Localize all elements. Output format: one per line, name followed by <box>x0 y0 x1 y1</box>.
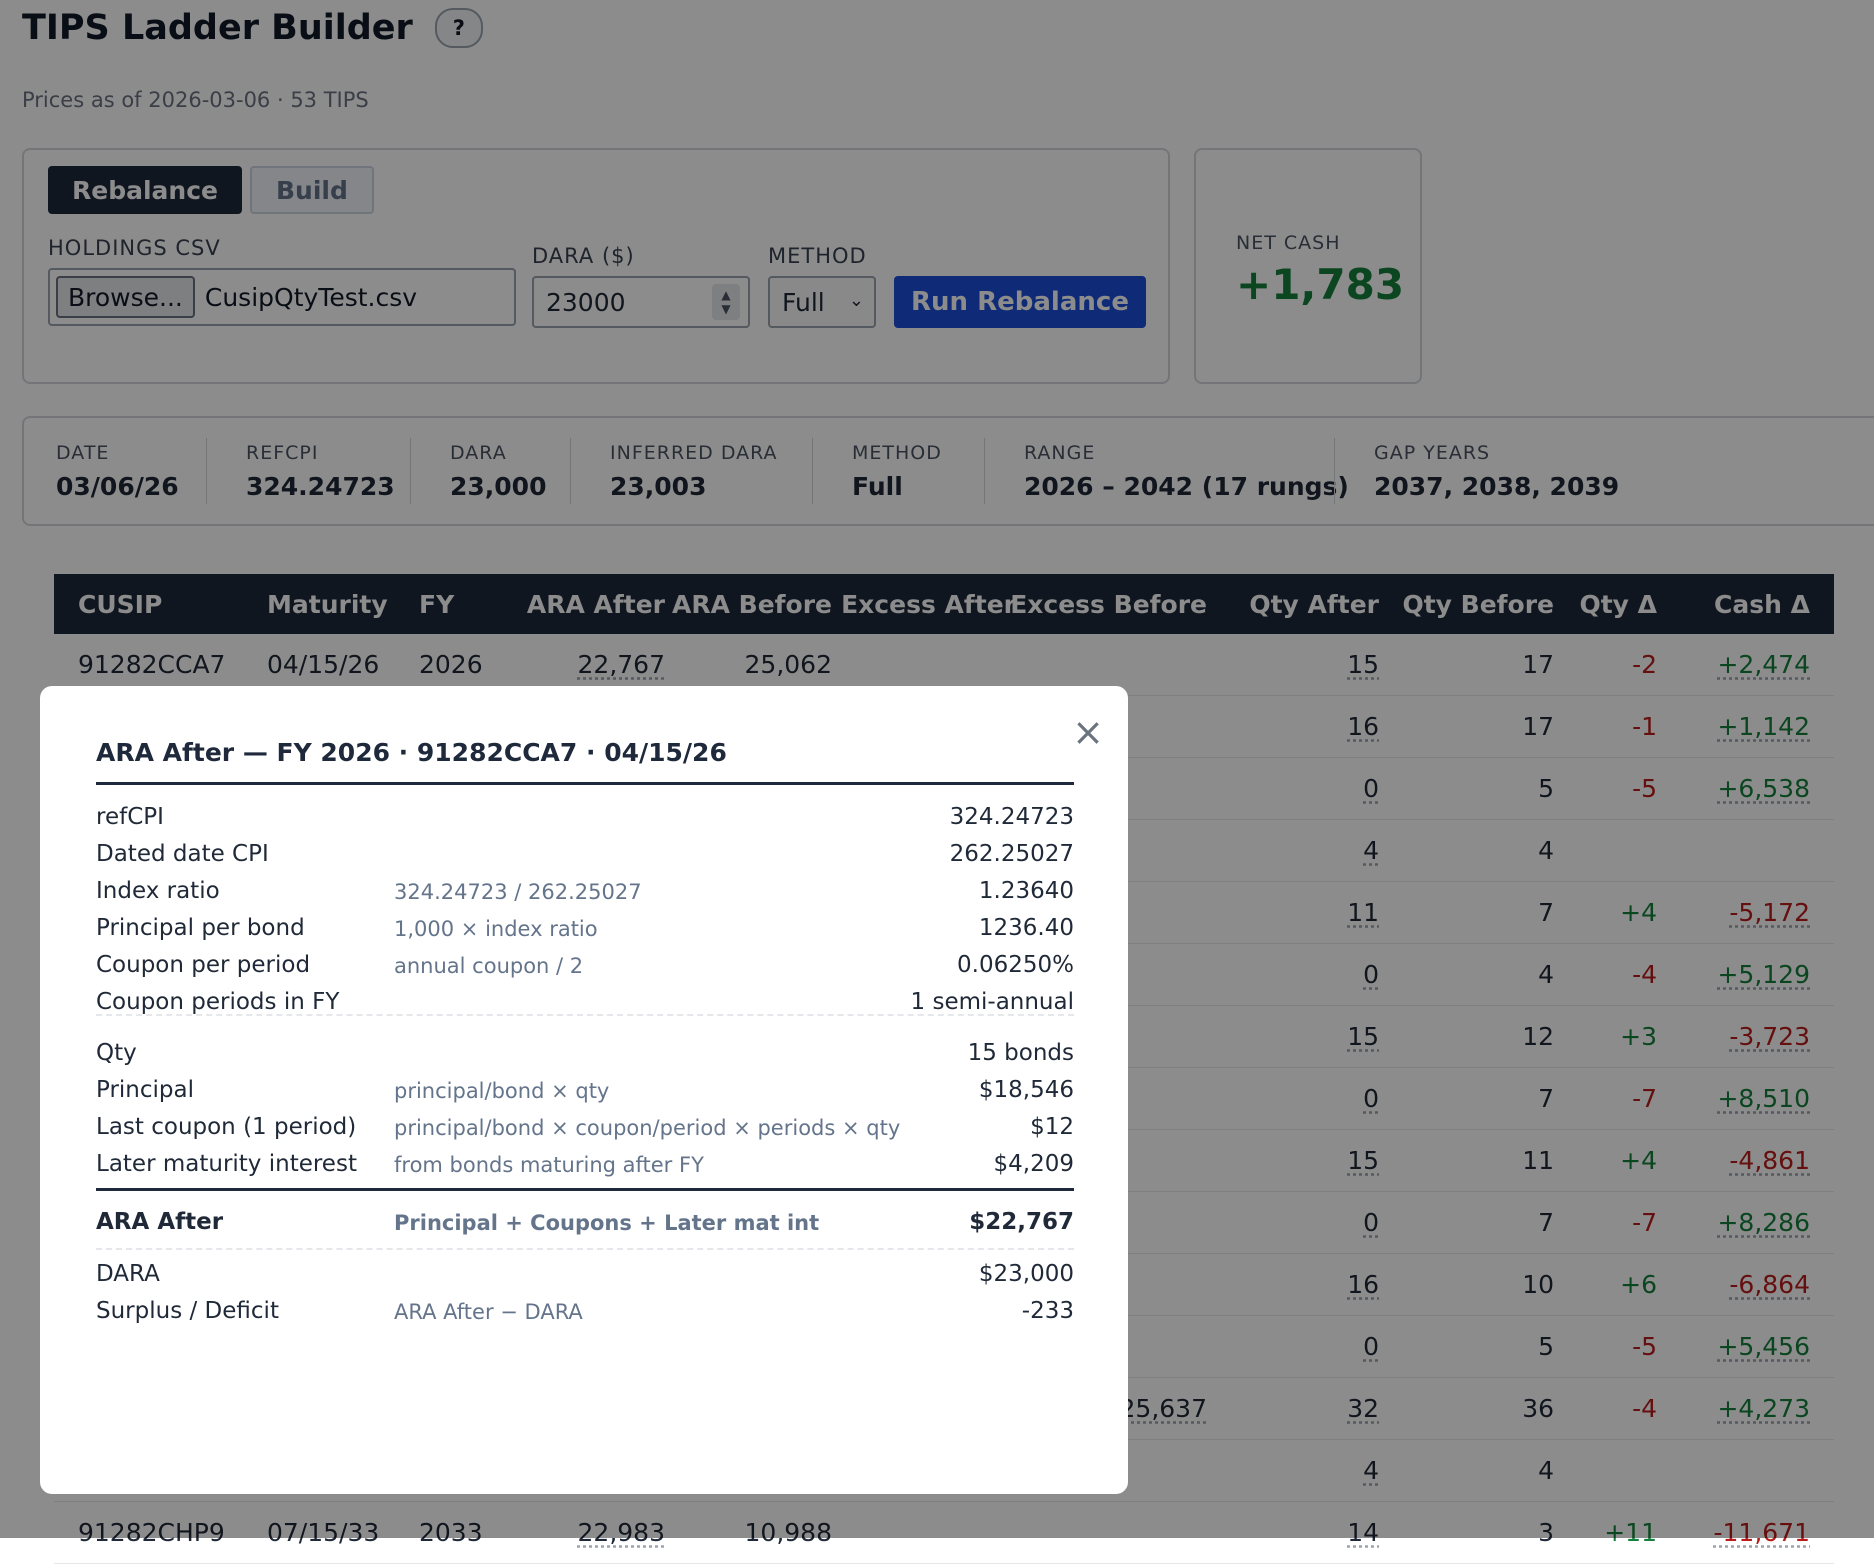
modal-row: Coupon per period annual coupon / 2 0.0625… <box>96 946 1074 986</box>
modal-row-value: 262.25027 <box>949 841 1074 867</box>
modal-row-label: DARA <box>96 1261 160 1287</box>
modal-row-value: $4,209 <box>993 1151 1074 1177</box>
modal-row-formula: principal/bond × qty <box>394 1079 610 1103</box>
ara-breakdown-modal: × ARA After — FY 2026 · 91282CCA7 · 04/1… <box>40 686 1128 1494</box>
modal-row: Later maturity interest from bonds maturi… <box>96 1145 1074 1185</box>
modal-title: ARA After — FY 2026 · 91282CCA7 · 04/15/… <box>96 738 727 767</box>
modal-row-label: Qty <box>96 1040 137 1066</box>
modal-row: Surplus / Deficit ARA After − DARA -233 <box>96 1292 1074 1332</box>
modal-row-formula: annual coupon / 2 <box>394 954 584 978</box>
modal-row: Principal per bond 1,000 × index ratio 123… <box>96 909 1074 949</box>
modal-row-label: Index ratio <box>96 878 220 904</box>
modal-row-value: $22,767 <box>969 1209 1074 1235</box>
modal-row-formula: principal/bond × coupon/period × periods… <box>394 1116 901 1140</box>
modal-row: DARA $23,000 <box>96 1255 1074 1295</box>
modal-row-value: 1 semi-annual <box>910 989 1074 1015</box>
modal-row-label: Coupon periods in FY <box>96 989 340 1015</box>
modal-row-label: Last coupon (1 period) <box>96 1114 357 1140</box>
modal-divider <box>96 1188 1074 1191</box>
modal-row-formula: 1,000 × index ratio <box>394 917 598 941</box>
modal-title-rule <box>96 782 1074 785</box>
modal-row-label: Later maturity interest <box>96 1151 357 1177</box>
modal-row: Last coupon (1 period) principal/bond × c… <box>96 1108 1074 1148</box>
modal-row-label: Dated date CPI <box>96 841 269 867</box>
modal-row-value: -233 <box>1021 1298 1074 1324</box>
modal-row-formula: 324.24723 / 262.25027 <box>394 880 642 904</box>
modal-row-formula: from bonds maturing after FY <box>394 1153 704 1177</box>
modal-row: refCPI 324.24723 <box>96 798 1074 838</box>
modal-row: Qty 15 bonds <box>96 1034 1074 1074</box>
modal-row-value: 1236.40 <box>978 915 1074 941</box>
page: TIPS Ladder Builder ? Prices as of 2026-… <box>0 0 1874 1564</box>
modal-row: Coupon periods in FY 1 semi-annual <box>96 983 1074 1023</box>
modal-row: Dated date CPI 262.25027 <box>96 835 1074 875</box>
modal-row-value: $12 <box>1030 1114 1074 1140</box>
modal-divider <box>96 1248 1074 1250</box>
modal-row-label: refCPI <box>96 804 164 830</box>
modal-row-formula: Principal + Coupons + Later mat int <box>394 1211 820 1235</box>
modal-row: ARA After Principal + Coupons + Later mat… <box>96 1203 1074 1243</box>
modal-row-label: ARA After <box>96 1209 224 1235</box>
modal-row-label: Surplus / Deficit <box>96 1298 279 1324</box>
modal-row-value: 15 bonds <box>967 1040 1074 1066</box>
modal-row-value: 324.24723 <box>949 804 1074 830</box>
modal-row: Principal principal/bond × qty $18,546 <box>96 1071 1074 1111</box>
modal-row-value: $23,000 <box>978 1261 1074 1287</box>
modal-row-value: 1.23640 <box>978 878 1074 904</box>
close-icon[interactable]: × <box>1072 710 1104 754</box>
modal-row: Index ratio 324.24723 / 262.25027 1.23640 <box>96 872 1074 912</box>
modal-row-formula: ARA After − DARA <box>394 1300 583 1324</box>
modal-row-label: Principal per bond <box>96 915 305 941</box>
modal-row-value: $18,546 <box>978 1077 1074 1103</box>
modal-row-label: Principal <box>96 1077 195 1103</box>
modal-row-value: 0.06250% <box>957 952 1074 978</box>
modal-row-label: Coupon per period <box>96 952 311 978</box>
